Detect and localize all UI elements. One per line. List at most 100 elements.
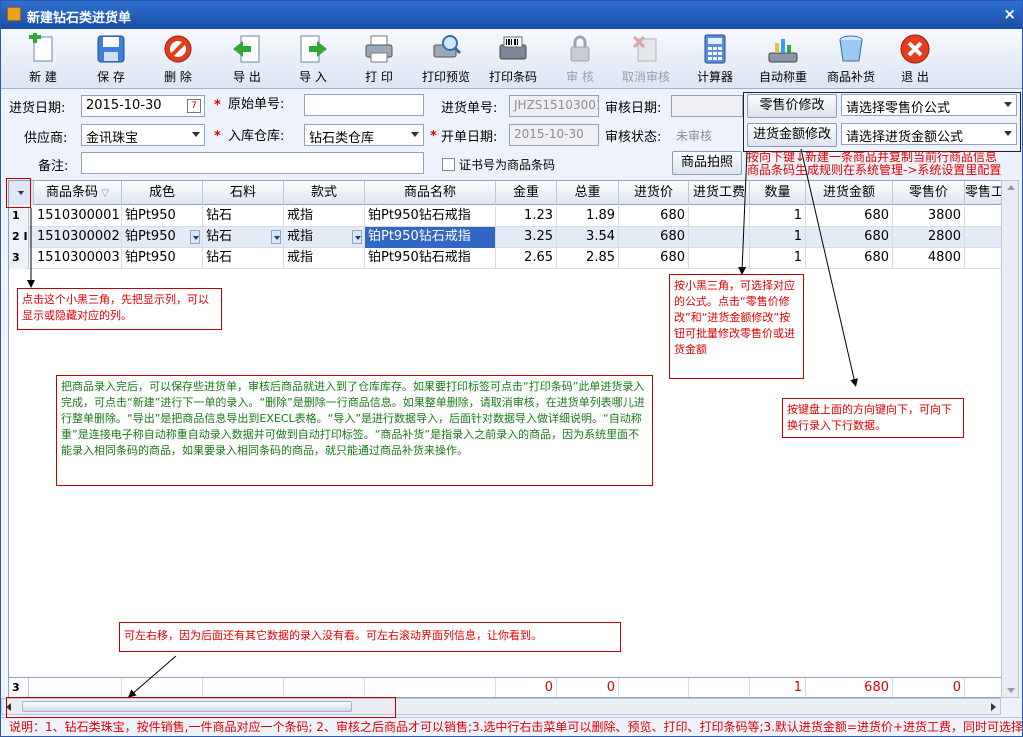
cell-gold-weight[interactable]: 3.25: [496, 227, 557, 248]
cell-amount[interactable]: 680: [806, 248, 893, 269]
scroll-down-icon[interactable]: [1007, 688, 1015, 693]
new-button[interactable]: 新 建: [11, 31, 75, 87]
table-row[interactable]: 3 1510300003 铂Pt950 钻石 戒指 铂Pt950钻石戒指 2.6…: [9, 248, 1018, 269]
restock-button[interactable]: 商品补货: [819, 31, 883, 87]
cell-amount[interactable]: 680: [806, 206, 893, 227]
orig-no-field[interactable]: [304, 94, 424, 116]
supplier-select[interactable]: 金讯珠宝: [81, 124, 205, 146]
col-header-purity[interactable]: 成色: [122, 181, 203, 205]
cell-name[interactable]: 铂Pt950钻石戒指: [365, 227, 496, 248]
cell-name[interactable]: 铂Pt950钻石戒指: [365, 206, 496, 227]
table-row[interactable]: 2 I 1510300002 铂Pt950 钻石 戒指 铂Pt950钻石戒指 3…: [9, 227, 1018, 248]
col-header-barcode[interactable]: 商品条码 ▽: [34, 181, 122, 205]
col-header-amount[interactable]: 进货金额: [806, 181, 893, 205]
col-header-retail-labor[interactable]: 零售工: [965, 181, 1005, 205]
col-header-qty[interactable]: 数量: [750, 181, 806, 205]
audit-label: 审 核: [566, 70, 594, 84]
cell-name[interactable]: 铂Pt950钻石戒指: [365, 248, 496, 269]
chevron-down-icon[interactable]: [271, 230, 281, 244]
col-header-gold-weight[interactable]: 金重: [496, 181, 557, 205]
required-mark: *: [214, 129, 221, 144]
retail-price-edit-button[interactable]: 零售价修改: [747, 94, 837, 118]
cell-total-weight[interactable]: 3.54: [557, 227, 619, 248]
cell-style[interactable]: 戒指: [284, 227, 365, 248]
scroll-right-icon[interactable]: [991, 703, 996, 711]
col-header-style[interactable]: 款式: [284, 181, 365, 205]
chevron-down-icon: [1004, 131, 1012, 136]
new-icon: [29, 33, 53, 62]
grid-header: 商品条码 ▽ 成色 石料 款式 商品名称 金重 总重 进货价 进货工费 数量 进…: [9, 181, 1018, 205]
col-header-labor[interactable]: 进货工费: [689, 181, 750, 205]
delete-label: 删 除: [164, 70, 192, 84]
cell-style[interactable]: 戒指: [284, 248, 365, 269]
cell-stone[interactable]: 钻石: [203, 206, 284, 227]
cell-retail-labor[interactable]: [965, 227, 1005, 248]
cell-labor[interactable]: [689, 227, 750, 248]
chevron-down-icon[interactable]: [352, 230, 362, 244]
audit-button[interactable]: 审 核: [548, 31, 612, 87]
cell-qty[interactable]: 1: [750, 206, 806, 227]
retail-formula-select[interactable]: 请选择零售价公式: [841, 94, 1017, 116]
cell-barcode[interactable]: 1510300003: [34, 248, 122, 269]
print-button[interactable]: 打 印: [347, 31, 411, 87]
cell-stone[interactable]: 钻石: [203, 227, 284, 248]
exit-button[interactable]: 退 出: [883, 31, 947, 87]
cell-purity[interactable]: 铂Pt950: [122, 248, 203, 269]
vertical-scrollbar[interactable]: [1001, 180, 1019, 698]
import-button[interactable]: 导 入: [281, 31, 345, 87]
save-button[interactable]: 保 存: [79, 31, 143, 87]
chevron-down-icon[interactable]: [190, 230, 200, 244]
delete-button[interactable]: 删 除: [146, 31, 210, 87]
cell-qty[interactable]: 1: [750, 227, 806, 248]
cell-purchase-price[interactable]: 680: [619, 227, 689, 248]
col-header-name[interactable]: 商品名称: [365, 181, 496, 205]
table-row[interactable]: 1 1510300001 铂Pt950 钻石 戒指 铂Pt950钻石戒指 1.2…: [9, 206, 1018, 227]
cell-gold-weight[interactable]: 2.65: [496, 248, 557, 269]
calculator-button[interactable]: 计算器: [683, 31, 747, 87]
cell-retail[interactable]: 3800: [893, 206, 965, 227]
cell-purity[interactable]: 铂Pt950: [122, 206, 203, 227]
cell-stone[interactable]: 钻石: [203, 248, 284, 269]
cell-retail-labor[interactable]: [965, 248, 1005, 269]
cell-gold-weight[interactable]: 1.23: [496, 206, 557, 227]
cell-qty[interactable]: 1: [750, 248, 806, 269]
purchase-date-field[interactable]: 2015-10-30 7: [81, 95, 205, 117]
close-icon[interactable]: ×: [1003, 5, 1016, 23]
scale-icon: [768, 39, 798, 63]
cell-amount[interactable]: 680: [806, 227, 893, 248]
cert-checkbox[interactable]: [442, 158, 455, 171]
cell-total-weight[interactable]: 1.89: [557, 206, 619, 227]
cell-purchase-price[interactable]: 680: [619, 248, 689, 269]
cell-retail[interactable]: 2800: [893, 227, 965, 248]
grid-summary-row: 3 0 0 1 680 0: [9, 677, 1018, 697]
print-preview-button[interactable]: 打印预览: [414, 31, 478, 87]
amount-edit-button[interactable]: 进货金额修改: [747, 123, 837, 147]
cell-total-weight[interactable]: 2.85: [557, 248, 619, 269]
col-header-purchase-price[interactable]: 进货价: [619, 181, 689, 205]
scroll-up-icon[interactable]: [1007, 185, 1015, 190]
cell-labor[interactable]: [689, 248, 750, 269]
cell-style[interactable]: 戒指: [284, 206, 365, 227]
remark-field[interactable]: [81, 152, 424, 174]
print-barcode-button[interactable]: 打印条码: [481, 31, 545, 87]
photo-button[interactable]: 商品拍照: [672, 151, 742, 175]
col-header-total-weight[interactable]: 总重: [557, 181, 619, 205]
cell-labor[interactable]: [689, 206, 750, 227]
auto-weigh-button[interactable]: 自动称重: [751, 31, 815, 87]
cell-barcode[interactable]: 1510300001: [34, 206, 122, 227]
export-button[interactable]: 导 出: [215, 31, 279, 87]
calculator-label: 计算器: [696, 70, 733, 84]
amount-formula-select[interactable]: 请选择进货金额公式: [841, 123, 1017, 145]
cell-purchase-price[interactable]: 680: [619, 206, 689, 227]
scrollbar-highlight: [6, 697, 396, 718]
barcode-print-icon: [499, 36, 527, 60]
cancel-audit-button[interactable]: 取消审核: [614, 31, 678, 87]
warehouse-select[interactable]: 钻石类仓库: [304, 124, 424, 146]
cell-purity[interactable]: 铂Pt950: [122, 227, 203, 248]
col-header-retail[interactable]: 零售价: [893, 181, 965, 205]
calendar-icon[interactable]: 7: [187, 99, 201, 113]
cell-retail-labor[interactable]: [965, 206, 1005, 227]
cell-retail[interactable]: 4800: [893, 248, 965, 269]
cell-barcode[interactable]: 1510300002: [34, 227, 122, 248]
col-header-stone[interactable]: 石料: [203, 181, 284, 205]
